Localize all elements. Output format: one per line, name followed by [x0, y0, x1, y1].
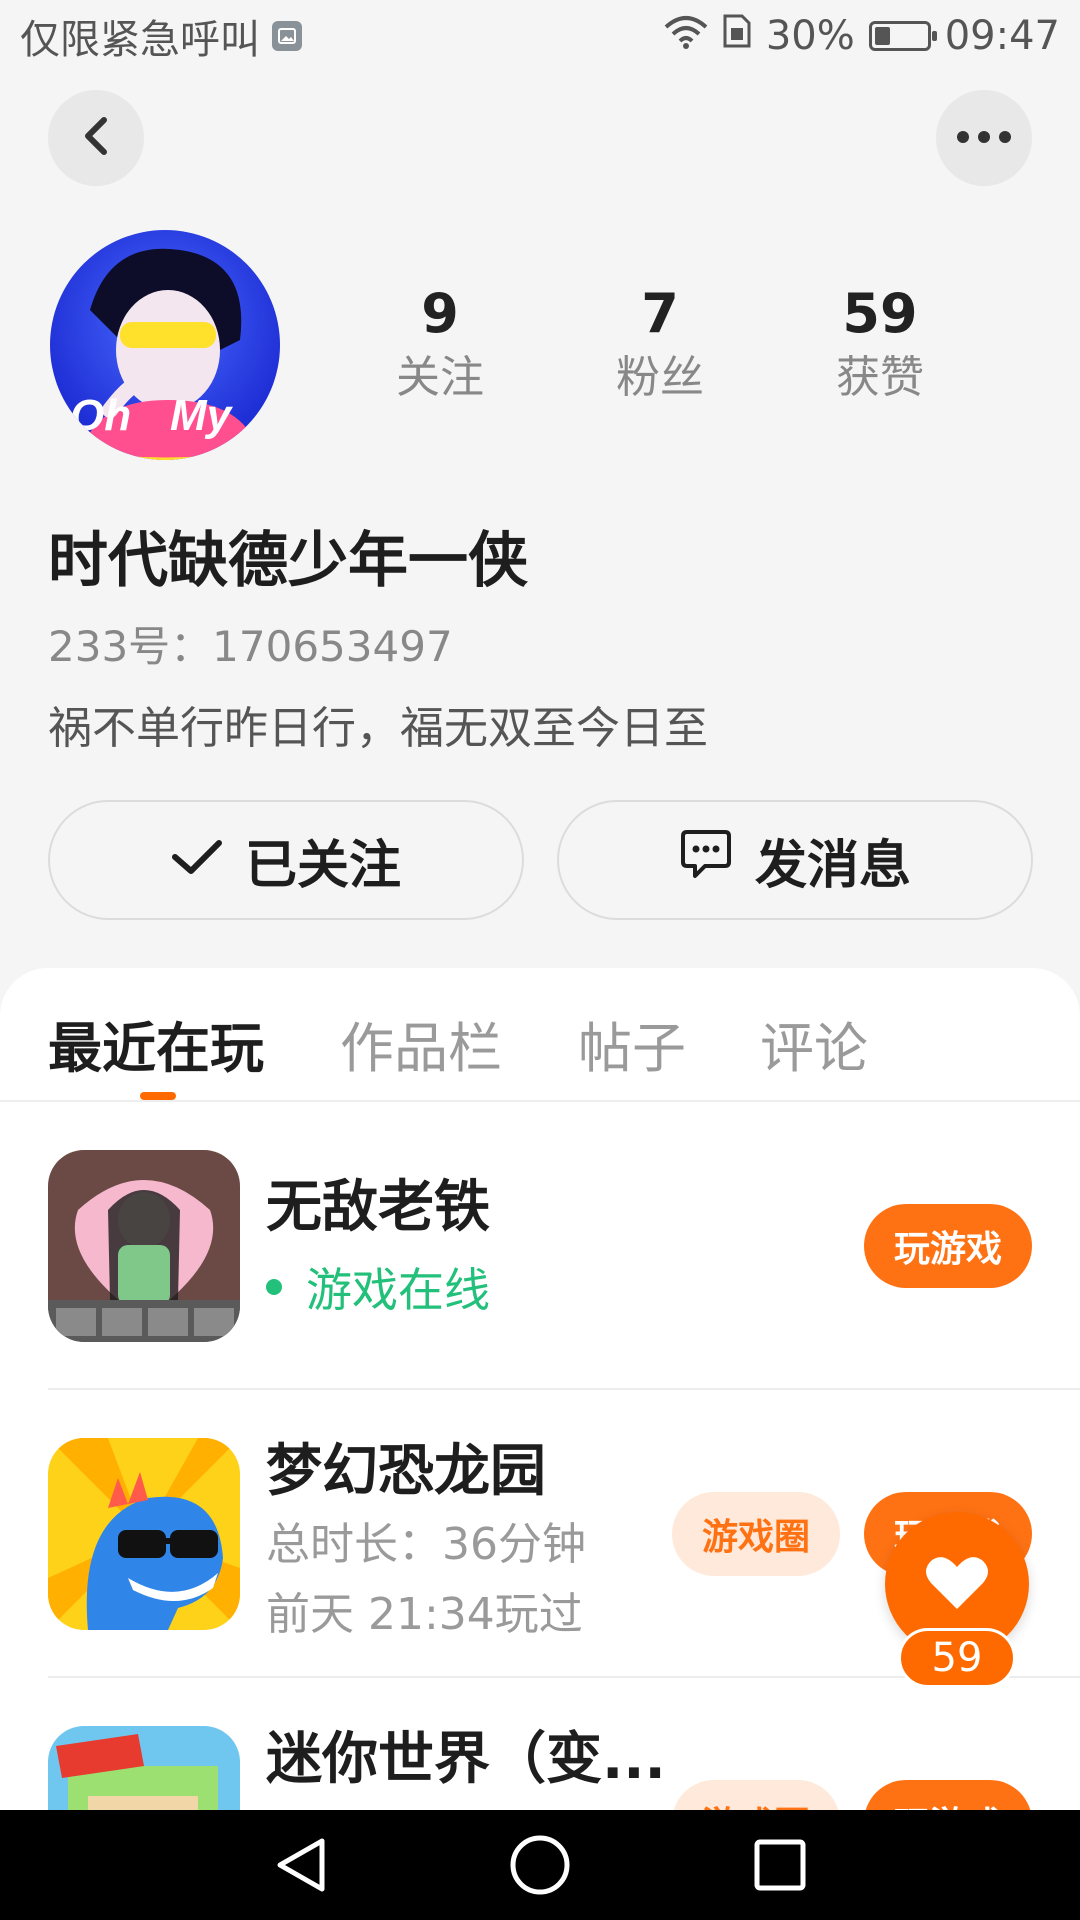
stat-following[interactable]: 9 关注	[330, 282, 550, 410]
like-count: 59	[898, 1628, 1016, 1688]
status-bar: 仅限紧急呼叫 30% 09:47	[0, 0, 1080, 72]
image-notification-icon	[272, 21, 302, 51]
game-duration: 总时长：10小时	[266, 1796, 586, 1810]
game-name: 迷你世界（变...	[266, 1727, 666, 1792]
tab-recently-played[interactable]: 最近在玩	[48, 1004, 264, 1083]
profile-stats: 9 关注 7 粉丝 59 获赞	[330, 282, 990, 410]
profile-name: 时代缺德少年一侠	[48, 526, 528, 596]
stat-value: 7	[641, 282, 679, 345]
nav-home-button[interactable]	[495, 1820, 585, 1910]
back-button[interactable]	[48, 90, 144, 186]
game-online-status: 游戏在线	[266, 1254, 490, 1320]
wifi-icon	[664, 13, 708, 59]
online-status-label: 游戏在线	[306, 1263, 490, 1317]
game-icon-wudi[interactable]	[48, 1150, 240, 1342]
game-row[interactable]: 迷你世界（变... 总时长：10小时 游戏圈 玩游戏	[48, 1678, 1080, 1810]
tab-bar: 最近在玩 作品栏 帖子 评论	[0, 968, 1080, 1102]
profile-bio: 祸不单行昨日行，福无双至今日至	[48, 703, 708, 754]
triangle-back-icon	[277, 1838, 325, 1892]
stat-label: 关注	[396, 352, 484, 403]
svg-text:My: My	[170, 391, 234, 440]
game-circle-button[interactable]: 游戏圈	[672, 1492, 840, 1576]
game-row[interactable]: 无敌老铁 游戏在线 玩游戏	[48, 1102, 1080, 1390]
avatar[interactable]: Oh My	[50, 230, 280, 460]
followed-label: 已关注	[244, 835, 401, 896]
more-icon	[956, 129, 1012, 148]
tab-posts[interactable]: 帖子	[578, 1004, 686, 1083]
status-right: 30% 09:47	[664, 13, 1060, 59]
game-icon-dino-park[interactable]	[48, 1438, 240, 1630]
stat-label: 粉丝	[616, 352, 704, 403]
game-name: 无敌老铁	[266, 1175, 490, 1240]
tab-works[interactable]: 作品栏	[340, 1004, 502, 1083]
game-name: 梦幻恐龙园	[266, 1439, 546, 1504]
sim-icon	[722, 13, 752, 59]
play-game-button[interactable]: 玩游戏	[864, 1780, 1032, 1810]
stat-value: 59	[842, 282, 918, 345]
circle-home-icon	[510, 1835, 570, 1895]
game-circle-button[interactable]: 游戏圈	[672, 1780, 840, 1810]
battery-percent: 30%	[765, 13, 855, 59]
nav-recents-button[interactable]	[735, 1820, 825, 1910]
send-message-label: 发消息	[754, 835, 911, 896]
profile-uid: 233号：170653497	[48, 622, 453, 671]
check-icon	[171, 830, 223, 890]
stat-likes[interactable]: 59 获赞	[770, 282, 990, 410]
nav-back-button[interactable]	[255, 1820, 345, 1910]
stat-label: 获赞	[836, 352, 924, 403]
stat-followers[interactable]: 7 粉丝	[550, 282, 770, 410]
play-game-button[interactable]: 玩游戏	[864, 1204, 1032, 1288]
status-left: 仅限紧急呼叫	[20, 7, 302, 65]
heart-icon	[925, 1553, 989, 1615]
more-button[interactable]	[936, 90, 1032, 186]
game-last-played: 前天 21:34玩过	[266, 1589, 583, 1640]
game-icon-mini-world[interactable]	[48, 1726, 240, 1810]
tab-comments[interactable]: 评论	[760, 1004, 868, 1083]
system-nav-bar	[0, 1810, 1080, 1920]
active-tab-indicator	[140, 1092, 176, 1100]
battery-fill	[874, 27, 890, 45]
stat-value: 9	[421, 282, 459, 345]
chevron-left-icon	[78, 116, 114, 160]
svg-text:Oh: Oh	[70, 391, 131, 440]
chat-bubble-icon	[679, 828, 733, 893]
battery-icon	[868, 21, 937, 51]
game-duration: 总时长：36分钟	[266, 1519, 586, 1570]
carrier-text: 仅限紧急呼叫	[20, 17, 260, 63]
online-dot-icon	[266, 1279, 282, 1295]
square-recents-icon	[754, 1839, 806, 1891]
followed-button[interactable]: 已关注	[48, 800, 524, 920]
send-message-button[interactable]: 发消息	[557, 800, 1033, 920]
clock: 09:47	[944, 13, 1060, 59]
